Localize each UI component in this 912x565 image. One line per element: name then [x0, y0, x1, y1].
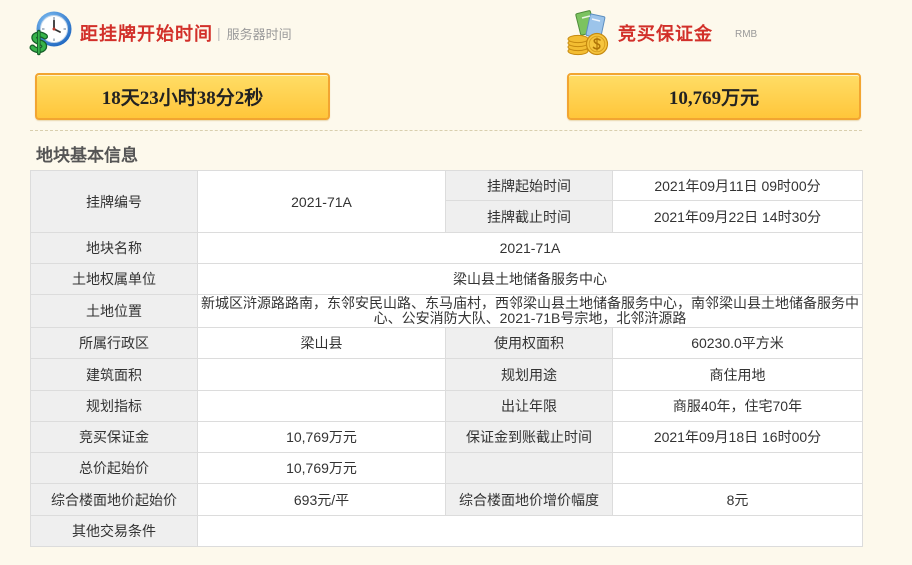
countdown-title: 距挂牌开始时间	[80, 24, 213, 44]
table-row: 土地位置 新城区浒源路路南，东邻安民山路、东马庙村，西邻梁山县土地储备服务中心，…	[30, 294, 863, 328]
deposit-deadline-value: 2021年09月18日 16时00分	[612, 421, 863, 453]
table-row: 综合楼面地价起始价 693元/平 综合楼面地价增价幅度 8元	[30, 483, 863, 516]
owner-label: 土地权属单位	[30, 263, 198, 295]
empty-value-cell	[612, 452, 863, 484]
planning-index-label: 规划指标	[30, 390, 198, 422]
use-area-value: 60230.0平方米	[612, 327, 863, 359]
currency-label: RMB	[735, 29, 758, 40]
empty-label-cell	[445, 452, 613, 484]
table-row: 竞买保证金 10,769万元 保证金到账截止时间 2021年09月18日 16时…	[30, 421, 863, 453]
district-value: 梁山县	[197, 327, 446, 359]
table-row: 土地权属单位 梁山县土地储备服务中心	[30, 263, 863, 295]
location-value: 新城区浒源路路南，东邻安民山路、东马庙村，西邻梁山县土地储备服务中心，南邻梁山县…	[197, 294, 863, 328]
deposit-display: 10,769万元	[567, 73, 861, 120]
countdown-header: 距挂牌开始时间 | 服务器时间	[26, 8, 292, 58]
other-conditions-value	[197, 515, 863, 547]
section-title: 地块基本信息	[36, 146, 138, 165]
end-time-label: 挂牌截止时间	[445, 200, 613, 233]
term-value: 商服40年，住宅70年	[612, 390, 863, 422]
deposit-label: 竞买保证金	[30, 421, 198, 453]
building-area-value	[197, 358, 446, 391]
deposit-value: 10,769万元	[197, 421, 446, 453]
location-label: 土地位置	[30, 294, 198, 328]
table-row: 其他交易条件	[30, 515, 863, 547]
table-row: 所属行政区 梁山县 使用权面积 60230.0平方米	[30, 327, 863, 359]
clock-dollar-icon	[26, 9, 74, 57]
deposit-deadline-label: 保证金到账截止时间	[445, 421, 613, 453]
header-separator: |	[217, 25, 221, 41]
floor-price-label: 综合楼面地价起始价	[30, 483, 198, 516]
countdown-display: 18天23小时38分2秒	[35, 73, 330, 120]
building-area-label: 建筑面积	[30, 358, 198, 391]
deposit-header: 竞买保证金 RMB	[564, 8, 757, 58]
parcel-info-table: 挂牌编号 2021-71A 挂牌起始时间 2021年09月11日 09时00分 …	[30, 170, 863, 547]
table-row: 地块名称 2021-71A	[30, 232, 863, 264]
end-time-value: 2021年09月22日 14时30分	[612, 200, 863, 233]
parcel-name-label: 地块名称	[30, 232, 198, 264]
deposit-title: 竞买保证金	[618, 24, 713, 44]
other-conditions-label: 其他交易条件	[30, 515, 198, 547]
server-time-label: 服务器时间	[226, 26, 292, 42]
dashed-divider	[30, 130, 862, 131]
floor-price-value: 693元/平	[197, 483, 446, 516]
start-time-label: 挂牌起始时间	[445, 170, 613, 201]
owner-value: 梁山县土地储备服务中心	[197, 263, 863, 295]
floor-increment-value: 8元	[612, 483, 863, 516]
district-label: 所属行政区	[30, 327, 198, 359]
table-row: 总价起始价 10,769万元	[30, 452, 863, 484]
term-label: 出让年限	[445, 390, 613, 422]
start-price-value: 10,769万元	[197, 452, 446, 484]
planned-use-label: 规划用途	[445, 358, 613, 391]
start-time-value: 2021年09月11日 09时00分	[612, 170, 863, 201]
parcel-name-value: 2021-71A	[197, 232, 863, 264]
table-row: 挂牌编号 2021-71A 挂牌起始时间 2021年09月11日 09时00分	[30, 170, 863, 233]
planned-use-value: 商住用地	[612, 358, 863, 391]
use-area-label: 使用权面积	[445, 327, 613, 359]
start-price-label: 总价起始价	[30, 452, 198, 484]
table-row: 建筑面积 规划用途 商住用地	[30, 358, 863, 391]
planning-index-value	[197, 390, 446, 422]
floor-increment-label: 综合楼面地价增价幅度	[445, 483, 613, 516]
coins-icon	[564, 9, 612, 57]
table-row: 规划指标 出让年限 商服40年，住宅70年	[30, 390, 863, 422]
listing-no-label: 挂牌编号	[30, 170, 198, 233]
listing-no-value: 2021-71A	[197, 170, 446, 233]
land-listing-page: 距挂牌开始时间 | 服务器时间 竞买保证金 RMB 18天23小时38分2秒 1…	[0, 0, 912, 565]
